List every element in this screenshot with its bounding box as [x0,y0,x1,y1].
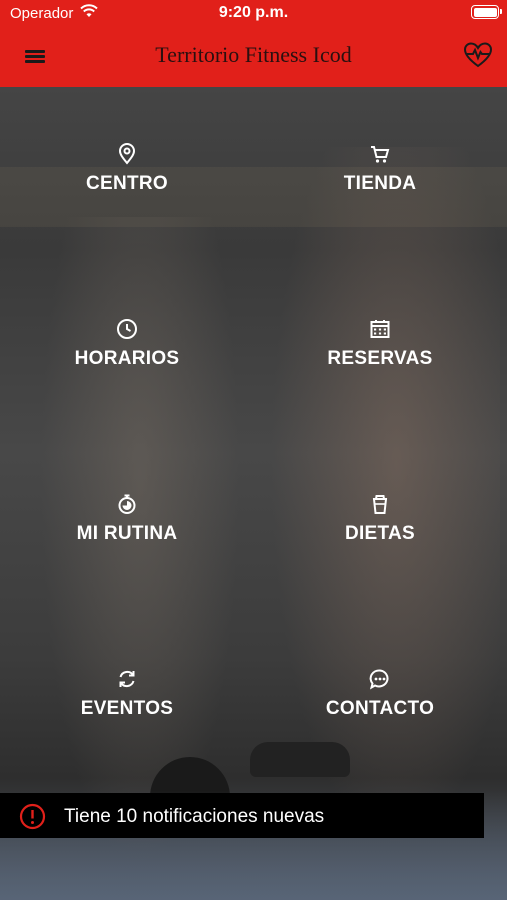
notification-text: Tiene 10 notificaciones nuevas [64,806,325,827]
menu-label: MI RUTINA [76,523,178,544]
menu-item-reservas[interactable]: RESERVAS [280,318,480,388]
menu-label: TIENDA [343,173,417,194]
app-title: Territorio Fitness Icod [155,42,352,67]
menu-item-eventos[interactable]: EVENTOS [27,668,227,738]
chat-icon [369,669,389,690]
alert-circle-icon [19,803,46,830]
menu-item-centro[interactable]: CENTRO [27,143,227,213]
cup-icon [372,495,388,514]
location-pin-icon [118,143,136,165]
battery-icon [471,5,502,19]
menu-item-contacto[interactable]: CONTACTO [280,668,480,738]
menu-label: HORARIOS [74,348,180,369]
stopwatch-icon [118,494,136,514]
notification-banner[interactable]: Tiene 10 notificaciones nuevas [0,793,484,838]
refresh-icon [119,671,135,687]
menu-item-tienda[interactable]: TIENDA [280,143,480,213]
menu-item-dietas[interactable]: DIETAS [280,493,480,563]
status-bar: Operador 9:20 p.m. [0,0,507,28]
menu-item-mi-rutina[interactable]: MI RUTINA [27,493,227,563]
menu-label: RESERVAS [327,348,433,369]
clock-icon [117,319,137,339]
heart-pulse-icon[interactable] [463,41,493,69]
menu-label: EVENTOS [80,698,174,719]
menu-item-horarios[interactable]: HORARIOS [27,318,227,388]
menu-label: CENTRO [85,173,169,194]
menu-label: CONTACTO [325,698,435,719]
calendar-icon [370,320,390,338]
clock-time: 9:20 p.m. [218,4,289,21]
menu-label: DIETAS [344,523,416,544]
cart-icon [371,146,390,163]
app-header: Operador 9:20 p.m. Territorio Fitness Ic… [0,0,507,87]
